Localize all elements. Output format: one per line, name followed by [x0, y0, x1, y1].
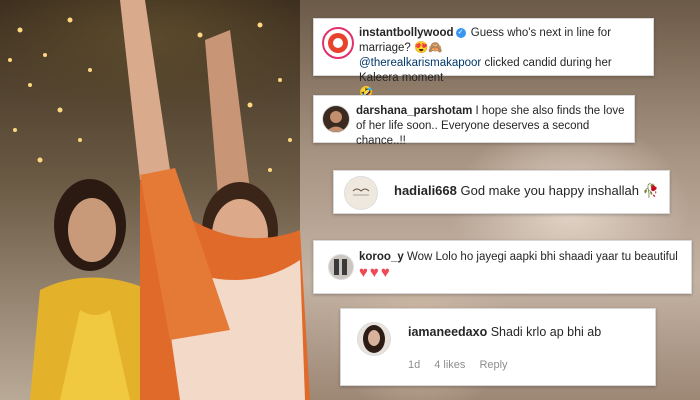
comment-text: God make you happy inshallah	[460, 183, 640, 198]
comment-card-iamaneedaxo: iamaneedaxo Shadi krlo ap bhi ab 1d 4 lik…	[340, 308, 656, 386]
comment-username[interactable]: hadiali668	[394, 183, 457, 198]
likes-count[interactable]: 4 likes	[434, 359, 465, 371]
woman-orange-saree	[120, 0, 310, 400]
mention-link[interactable]: @therealkarismakapoor	[359, 57, 481, 69]
comment-time: 1d	[408, 359, 421, 371]
profile-logo-icon	[352, 188, 370, 196]
avatar-darshana[interactable]	[322, 105, 350, 133]
comment-card-hadiali: hadiali668 God make you happy inshallah …	[333, 170, 670, 214]
comment-username[interactable]: iamaneedaxo	[408, 325, 487, 339]
comment-text: Shadi krlo ap bhi ab	[490, 325, 602, 339]
brand-logo-icon	[328, 33, 348, 53]
avatar-koroo[interactable]	[328, 254, 354, 280]
comment-username[interactable]: darshana_parshotam	[356, 105, 472, 117]
comment-card-darshana: darshana_parshotam I hope she also finds…	[313, 95, 635, 147]
comment-card-koroo: koroo_y Wow Lolo ho jayegi aapki bhi sha…	[313, 240, 692, 294]
comment-text: Wow Lolo ho jayegi aapki bhi shaadi yaar…	[406, 251, 678, 263]
rose-emoji: 🥀	[642, 183, 659, 198]
reply-button[interactable]: Reply	[479, 359, 507, 371]
avatar-instantbollywood[interactable]	[322, 27, 354, 59]
heart-emoji-icon: ♥♥♥	[359, 264, 392, 281]
verified-badge-icon: ✓	[455, 27, 466, 38]
avatar-hadiali[interactable]	[344, 176, 378, 210]
profile-photo-icon	[334, 259, 347, 275]
comment-emoji: 😍🙈	[413, 42, 443, 54]
comment-username[interactable]: instantbollywood	[359, 27, 454, 39]
avatar-iamaneedaxo[interactable]	[357, 322, 391, 356]
comment-card-instantbollywood: instantbollywood ✓ Guess who's next in li…	[313, 18, 654, 99]
comment-username[interactable]: koroo_y	[359, 251, 404, 263]
profile-photo-icon	[326, 111, 346, 132]
profile-photo-icon	[363, 325, 385, 353]
